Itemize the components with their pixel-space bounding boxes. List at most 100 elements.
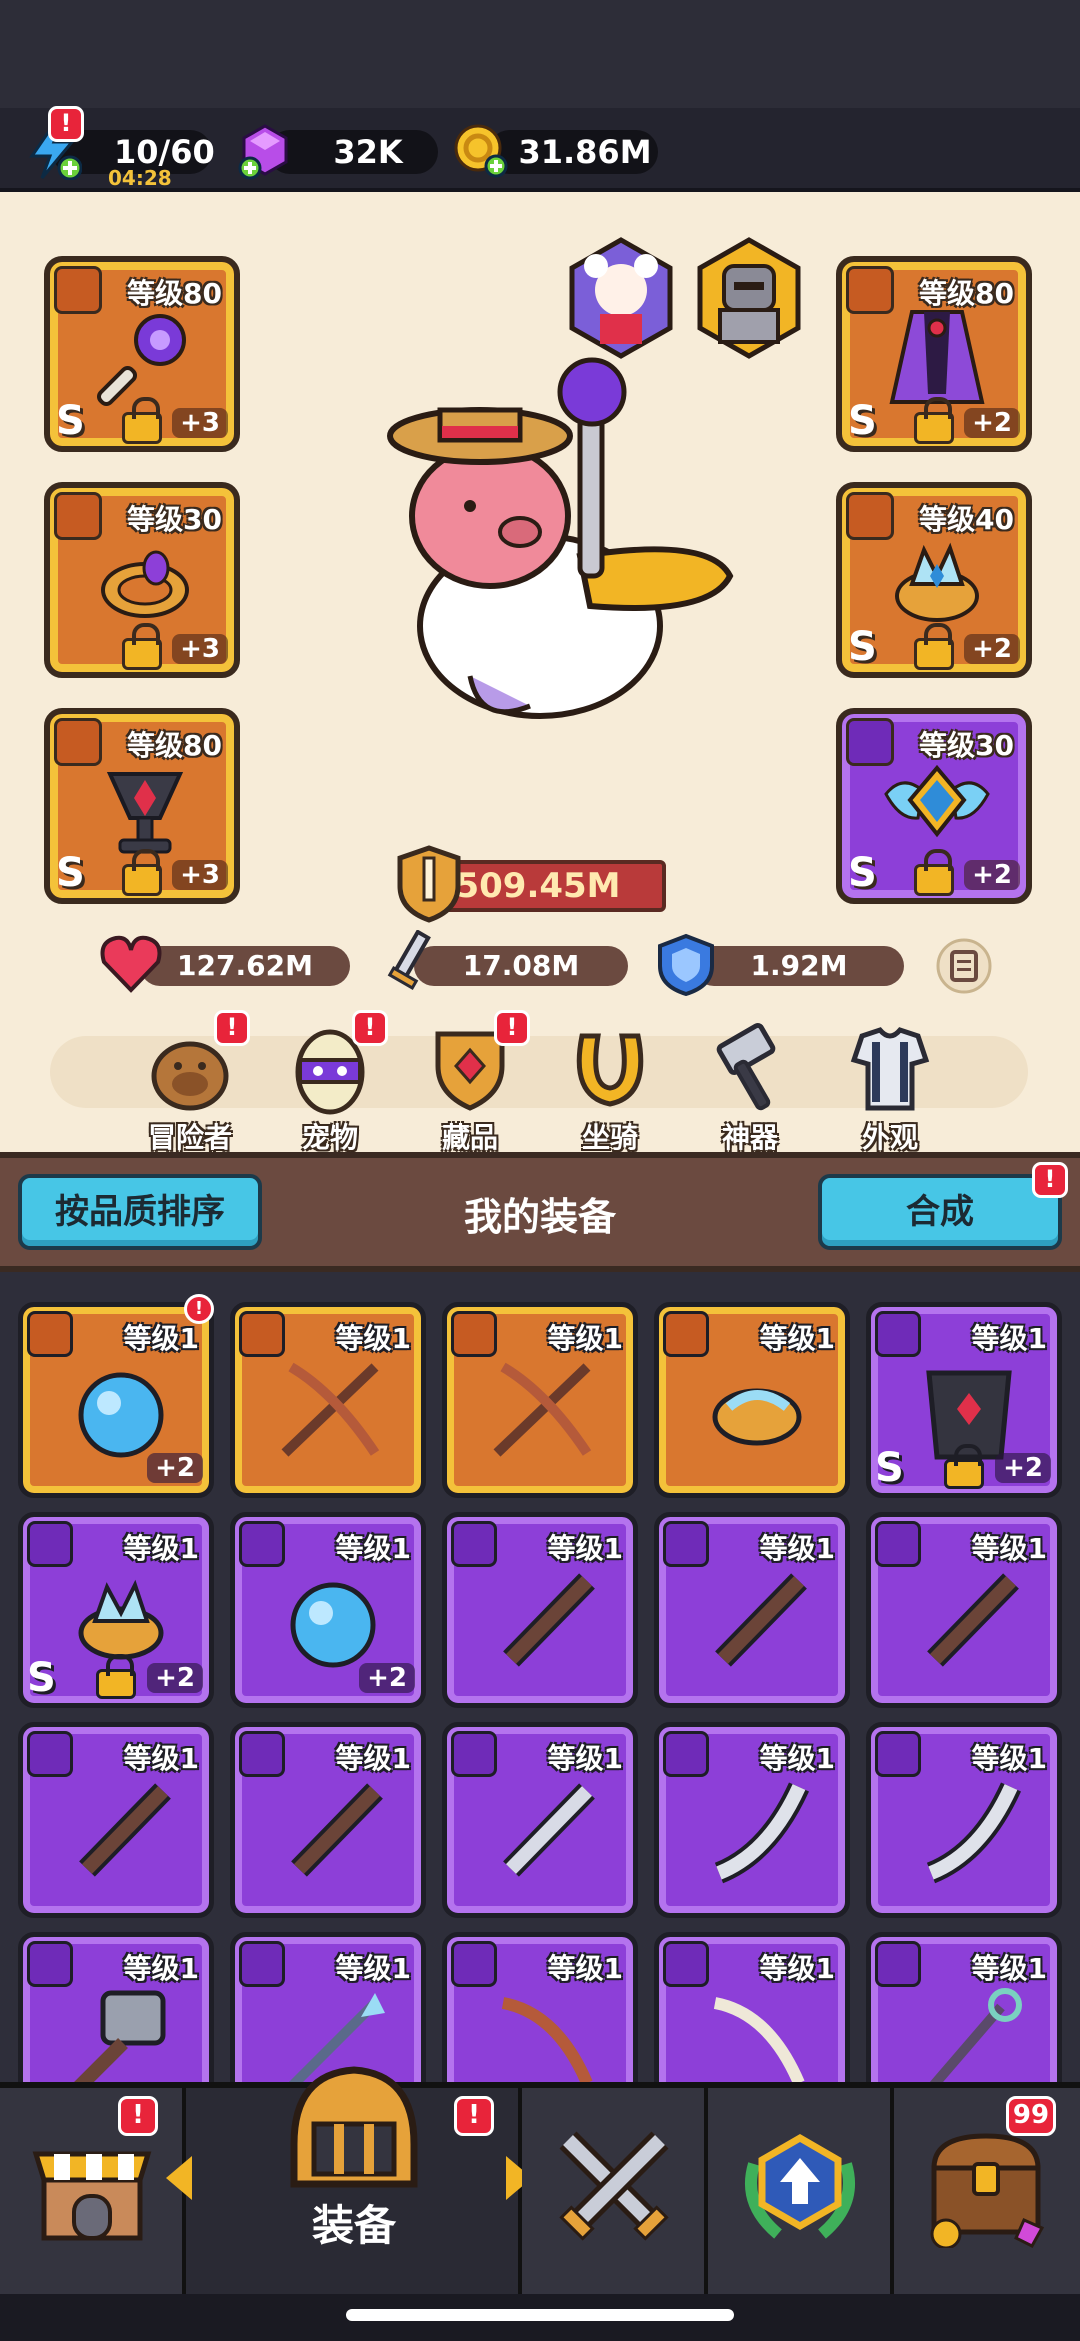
winged-emblem-icon [884,764,990,838]
equip-slot-necklace[interactable]: 等级80 S +3 [44,708,240,904]
wooden-sword-icon [79,1783,171,1877]
sword-type-icon [239,1731,285,1777]
inventory-item-bow[interactable]: 等级1 [442,1932,638,2082]
slot-plus: +3 [172,860,228,890]
inventory-item-amulet[interactable]: 等级1 +2 [230,1512,426,1708]
lock-icon [914,397,954,444]
inventory-item-amulet[interactable]: 等级1 +2 [18,1302,214,1498]
equip-slot-ring[interactable]: 等级30 +3 [44,482,240,678]
inventory-item-bow[interactable]: 等级1 [230,1302,426,1498]
sort-by-quality-button[interactable]: 按品质排序 [18,1174,262,1250]
inventory-item-sword[interactable]: 等级1 [654,1512,850,1708]
inventory-item-sword[interactable]: 等级1 [442,1722,638,1918]
merge-button[interactable]: 合成 [818,1174,1062,1250]
home-indicator[interactable] [346,2309,734,2321]
cloak-icon [889,310,985,404]
bottom-tab-chest[interactable]: 99 [894,2088,1080,2294]
bottom-tab-equipment-label: 装备 [311,2201,396,2250]
item-grade: S [27,1655,56,1701]
staff-icon [929,1988,1022,2082]
equip-slot-armor[interactable]: 等级80 S +2 [836,256,1032,452]
sword-type-icon [875,1521,921,1567]
blue-orb-icon [290,1582,376,1668]
outfit-icon [850,1027,930,1111]
item-plus: +2 [359,1663,415,1693]
nav-appearance[interactable]: 外观 [830,1020,950,1156]
coin-counter[interactable]: 31.86M [488,130,658,174]
slot-plus: +2 [964,408,1020,438]
inventory-item-bow[interactable]: 等级1 [654,1932,850,2082]
bottom-tab-shop[interactable]: ! [0,2088,186,2294]
inventory-item-armor[interactable]: 等级1 S +2 [866,1302,1062,1498]
nav-label: 神器 [721,1121,778,1154]
inventory-title: 我的装备 [463,1195,616,1239]
bottom-tab-battle[interactable] [522,2088,708,2294]
sword-type-icon [451,1311,497,1357]
item-grade: S [875,1445,904,1491]
slot-plus: +2 [964,634,1020,664]
crossed-swords-icon [559,2131,669,2241]
hammer-icon [74,1990,166,2082]
necklace-type-icon [27,1311,73,1357]
sword-type-icon [663,1941,709,1987]
equip-slot-amulet[interactable]: 等级30 S +2 [836,708,1032,904]
defense-stat: 1.92M [694,946,904,986]
item-level: 等级1 [759,1532,835,1565]
crown-ring-icon [895,542,979,622]
ring-icon [101,550,189,618]
scimitar-icon [926,1782,1022,1884]
sword-type-icon [27,1941,73,1987]
companion-portrait-girl[interactable] [566,236,676,362]
inventory-item-sword[interactable]: 等级1 [18,1722,214,1918]
item-level: 等级1 [971,1322,1047,1355]
item-plus: +2 [995,1453,1051,1483]
inventory-item-ring[interactable]: 等级1 [654,1302,850,1498]
inventory-grid-items: 等级1 +2 ! 等级1 等级1 等级1 等级1 S +2 等级1 S +2 等… [0,1272,1080,2082]
bottom-tab-equipment[interactable]: 装备 ! [166,2066,532,2294]
new-item-badge: ! [184,1294,214,1324]
item-plus: +2 [147,1663,203,1693]
inventory-item-bow[interactable]: 等级1 [442,1302,638,1498]
slot-plus: +3 [172,408,228,438]
item-plus: +2 [147,1453,203,1483]
item-level: 等级1 [547,1532,623,1565]
sword-type-icon [239,1311,285,1357]
inventory-item-sword[interactable]: 等级1 [230,1722,426,1918]
attack-value: 17.08M [462,949,580,982]
item-level: 等级1 [123,1952,199,1985]
chevron-left-icon [166,2156,192,2200]
nav-mount[interactable]: 坐骑 [550,1020,670,1156]
hero-character [387,357,734,719]
equip-slot-weapon[interactable]: 等级80 S +3 [44,256,240,452]
details-icon[interactable] [934,936,994,996]
adventurer-alert-badge: ! [214,1010,250,1046]
steel-sword-icon [503,1783,595,1877]
nav-label: 宠物 [301,1121,358,1154]
sword-type-icon [451,1941,497,1987]
lock-icon [122,397,162,444]
item-level: 等级1 [759,1742,835,1775]
slot-grade: S [848,850,877,896]
upgrade-emblem-icon [745,2133,855,2239]
crossed-arrows-icon [281,1362,380,1457]
slot-plus: +2 [964,860,1020,890]
item-level: 等级1 [335,1322,411,1355]
inventory-item-sword[interactable]: 等级1 [866,1512,1062,1708]
inventory-item-staff[interactable]: 等级1 [866,1932,1062,2082]
companion-portrait-knight[interactable] [694,236,804,362]
merge-alert-badge: ! [1032,1162,1068,1198]
inventory-item-belt[interactable]: 等级1 S +2 [18,1512,214,1708]
bow-icon [501,1997,593,2082]
bottom-tab-upgrade[interactable] [708,2088,894,2294]
crossed-arrows-icon [493,1362,592,1457]
inventory-item-sword[interactable]: 等级1 [654,1722,850,1918]
inventory-item-sword[interactable]: 等级1 [866,1722,1062,1918]
inventory-item-hammer[interactable]: 等级1 [18,1932,214,2082]
sword-type-icon [875,1941,921,1987]
hp-value: 127.62M [177,949,313,982]
inventory-item-sword[interactable]: 等级1 [442,1512,638,1708]
necklace-type-icon [239,1521,285,1567]
equip-slot-belt[interactable]: 等级40 S +2 [836,482,1032,678]
nav-artifact[interactable]: 神器 [690,1020,810,1156]
item-level: 等级1 [335,1952,411,1985]
